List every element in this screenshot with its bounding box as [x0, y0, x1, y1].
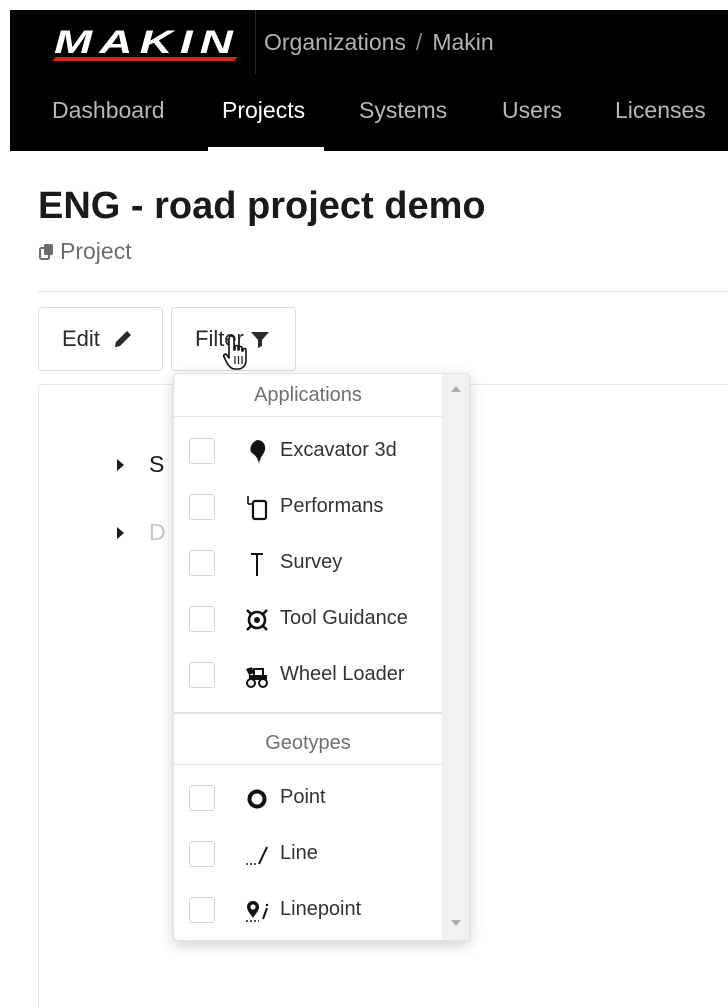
line-icon	[244, 841, 270, 869]
brand-row: MAKIN Organizations / Makin	[10, 10, 728, 74]
caret-right-icon[interactable]	[116, 526, 125, 540]
filter-option-line[interactable]: Line	[174, 829, 442, 881]
filter-option-wheel-loader[interactable]: Wheel Loader	[174, 650, 442, 702]
filter-option-label: Excavator 3d	[280, 439, 397, 461]
filter-option-performans[interactable]: Performans	[174, 482, 442, 534]
tree-item[interactable]: S	[116, 451, 164, 478]
filter-dropdown: Applications Excavator 3d Performans Sur…	[173, 373, 470, 941]
linepoint-icon	[244, 897, 270, 925]
breadcrumb-organizations[interactable]: Organizations	[264, 29, 406, 55]
main-nav: Dashboard Projects Systems Users License…	[10, 94, 728, 151]
page-title: ENG - road project demo	[38, 185, 486, 227]
point-icon	[244, 785, 270, 813]
dropdown-divider	[174, 764, 442, 765]
title-divider	[38, 291, 728, 292]
checkbox[interactable]	[189, 662, 215, 688]
scroll-up-arrow-icon[interactable]	[451, 386, 461, 392]
app-header: MAKIN Organizations / Makin Dashboard Proj…	[10, 10, 728, 151]
filter-option-label: Point	[280, 786, 326, 808]
filter-option-label: Line	[280, 842, 318, 864]
nav-licenses[interactable]: Licenses	[615, 97, 706, 124]
checkbox[interactable]	[189, 897, 215, 923]
wheel-loader-icon	[244, 662, 270, 690]
filter-option-excavator-3d[interactable]: Excavator 3d	[174, 426, 442, 478]
page-subtitle-text: Project	[60, 238, 132, 264]
copy-icon	[39, 243, 53, 260]
breadcrumb: Organizations / Makin	[264, 29, 494, 56]
filter-option-label: Survey	[280, 551, 343, 573]
scroll-down-arrow-icon[interactable]	[451, 920, 461, 926]
nav-active-indicator	[208, 147, 324, 151]
performans-icon	[244, 494, 270, 522]
breadcrumb-makin[interactable]: Makin	[432, 29, 493, 55]
svg-text:MAKIN: MAKIN	[54, 26, 240, 60]
tool-guidance-icon	[244, 606, 270, 634]
excavator-icon	[244, 438, 270, 466]
filter-option-label: Linepoint	[280, 898, 362, 920]
checkbox[interactable]	[189, 438, 215, 464]
nav-users[interactable]: Users	[502, 97, 562, 124]
pencil-icon	[114, 331, 131, 347]
funnel-icon	[250, 332, 269, 348]
tree-item[interactable]: D	[116, 519, 166, 546]
dropdown-divider	[174, 416, 442, 417]
checkbox[interactable]	[189, 785, 215, 811]
filter-option-label: Wheel Loader	[280, 663, 405, 685]
edit-button[interactable]: Edit	[38, 307, 163, 371]
nav-dashboard[interactable]: Dashboard	[52, 97, 165, 124]
nav-projects[interactable]: Projects	[222, 97, 305, 124]
frame-left	[0, 0, 10, 1007]
applications-header: Applications	[254, 384, 362, 406]
edit-button-label: Edit	[62, 326, 100, 351]
survey-icon	[244, 550, 270, 578]
filter-option-point[interactable]: Point	[174, 773, 442, 825]
filter-option-survey[interactable]: Survey	[174, 538, 442, 590]
geotypes-header: Geotypes	[265, 732, 351, 754]
filter-option-linepoint[interactable]: Linepoint	[174, 885, 442, 937]
tree-item-label: D	[149, 519, 166, 545]
checkbox[interactable]	[189, 550, 215, 576]
caret-right-icon[interactable]	[116, 458, 125, 472]
frame-top	[0, 0, 728, 10]
nav-systems[interactable]: Systems	[359, 97, 447, 124]
filter-option-label: Tool Guidance	[280, 607, 408, 629]
filter-option-tool-guidance[interactable]: Tool Guidance	[174, 594, 442, 646]
checkbox[interactable]	[189, 841, 215, 867]
dropdown-scrollbar[interactable]	[442, 374, 469, 940]
logo-divider	[255, 10, 256, 74]
dropdown-divider	[174, 712, 442, 714]
checkbox[interactable]	[189, 494, 215, 520]
checkbox[interactable]	[189, 606, 215, 632]
tree-item-label: S	[149, 451, 165, 477]
filter-option-label: Performans	[280, 495, 384, 517]
page-subtitle: Project	[38, 238, 132, 265]
breadcrumb-separator: /	[415, 29, 423, 55]
hand-pointer-cursor-icon	[222, 335, 247, 370]
makin-logo[interactable]: MAKIN	[52, 26, 246, 62]
